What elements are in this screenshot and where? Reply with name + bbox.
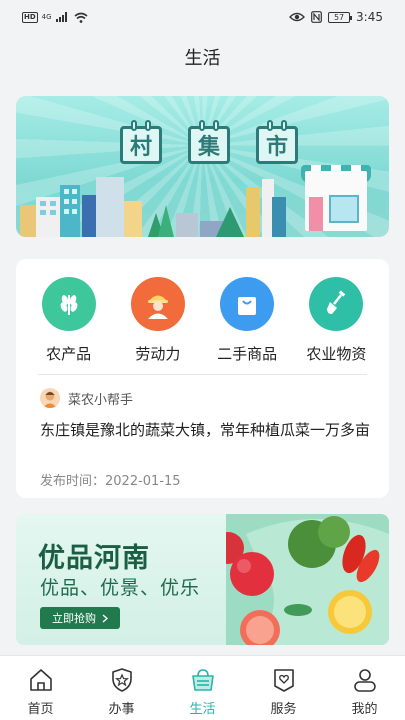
shop-window [329, 195, 359, 223]
banner-sign: 集 [188, 120, 230, 164]
tab-services[interactable]: 服务 [243, 656, 324, 720]
category-label: 农业物资 [306, 345, 367, 363]
tab-label: 生活 [189, 702, 216, 717]
network-type: 4G [41, 13, 52, 21]
tab-label: 我的 [351, 702, 378, 717]
basket-icon [188, 665, 218, 695]
banner-sign: 市 [256, 120, 298, 164]
category-produce[interactable]: 农产品 [28, 277, 110, 364]
shop-door [309, 197, 323, 231]
news-author: 菜农小帮手 [68, 392, 134, 408]
tab-home[interactable]: 首页 [0, 656, 81, 720]
news-time-label: 发布时间： [40, 474, 106, 489]
news-time-value: 2022-01-15 [105, 474, 181, 489]
news-title[interactable]: 东庄镇是豫北的蔬菜大镇，常年种植瓜菜一万多亩 [40, 419, 370, 441]
buy-now-button[interactable]: 立即抢购 [40, 607, 120, 629]
category-grid: 农产品 劳动力 二手商品 农业物资 [16, 277, 389, 364]
worker-icon [130, 277, 185, 331]
news-header: 菜农小帮手 [40, 388, 133, 408]
clock: 3:45 [356, 10, 383, 24]
shovel-icon [309, 277, 364, 331]
status-right: 57 3:45 [289, 10, 383, 24]
banner-sign: 村 [120, 120, 162, 164]
page-title: 生活 [0, 34, 405, 80]
promo-subtitle: 优品、优景、优乐 [40, 577, 201, 599]
shield-star-icon [107, 665, 137, 695]
chevron-right-icon [102, 613, 108, 623]
category-label: 农产品 [46, 345, 92, 363]
heart-tag-icon [269, 665, 299, 695]
tab-label: 办事 [108, 702, 135, 717]
tab-mine[interactable]: 我的 [324, 656, 405, 720]
bottom-tab-bar: 首页 办事 生活 服务 我的 [0, 655, 405, 720]
person-icon [350, 665, 380, 695]
banner-sign-char: 集 [197, 134, 220, 160]
wheat-icon [41, 277, 96, 331]
category-labor[interactable]: 劳动力 [117, 277, 199, 364]
category-label: 劳动力 [135, 345, 181, 363]
categories-card: 农产品 劳动力 二手商品 农业物资 菜农小帮手 东庄镇是豫北的蔬菜大镇，常年种植… [16, 259, 389, 498]
category-secondhand[interactable]: 二手商品 [206, 277, 288, 364]
category-supplies[interactable]: 农业物资 [295, 277, 377, 364]
tab-label: 服务 [270, 702, 297, 717]
nfc-icon [311, 11, 322, 23]
page-title-text: 生活 [184, 48, 221, 69]
shopping-bag-icon [220, 277, 275, 331]
tab-affairs[interactable]: 办事 [81, 656, 162, 720]
banner-sign-char: 市 [265, 134, 288, 160]
divider [38, 374, 367, 375]
hd-icon: HD [22, 11, 38, 23]
banner-village-market[interactable]: 村 集 市 [16, 96, 389, 237]
promo-title: 优品河南 [38, 543, 150, 574]
tab-label: 首页 [27, 702, 54, 717]
category-label: 二手商品 [217, 345, 278, 363]
avatar [40, 388, 60, 408]
promo-banner[interactable]: 优品河南 优品、优景、优乐 立即抢购 [16, 514, 389, 645]
tab-life[interactable]: 生活 [162, 656, 243, 720]
buy-now-label: 立即抢购 [52, 612, 96, 625]
status-left: HD 4G [22, 11, 88, 23]
signal-icon [55, 12, 67, 22]
eye-icon [289, 12, 305, 22]
banner-sign-char: 村 [129, 134, 152, 160]
wifi-icon [74, 12, 88, 23]
battery-icon: 57 [328, 11, 353, 23]
status-bar: HD 4G 57 3:45 [0, 0, 405, 34]
news-time: 发布时间：2022-01-15 [40, 470, 181, 489]
home-icon [26, 665, 56, 695]
